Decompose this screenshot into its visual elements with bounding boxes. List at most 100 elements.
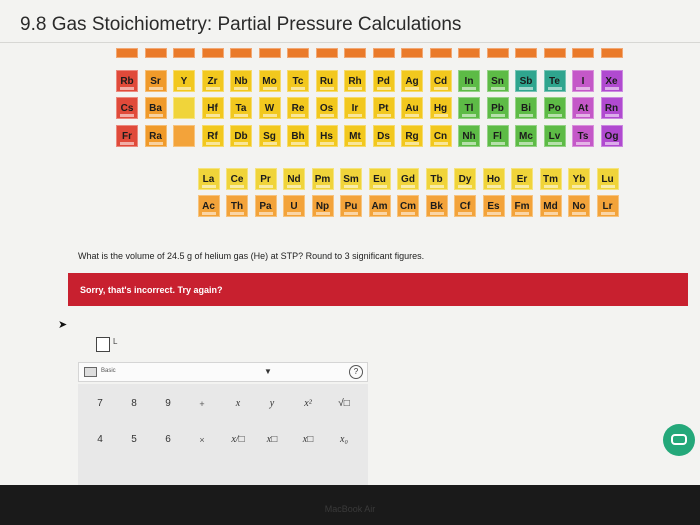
element-cell-partial[interactable] [287, 48, 309, 58]
key-x[interactable]: x [224, 392, 252, 416]
element-bh[interactable]: Bh [287, 125, 309, 147]
element-rg[interactable]: Rg [401, 125, 423, 147]
element-cell-partial[interactable] [401, 48, 423, 58]
element-cell-partial[interactable] [372, 48, 395, 58]
element-cell-partial[interactable] [173, 48, 195, 58]
key-sqrt[interactable]: √□ [330, 392, 358, 416]
element-bk[interactable]: Bk [425, 195, 448, 217]
key-y[interactable]: y [258, 392, 286, 416]
element-cell-partial[interactable] [543, 48, 566, 58]
element-yb[interactable]: Yb [568, 168, 590, 190]
element-at[interactable]: At [572, 97, 594, 119]
element-pd[interactable]: Pd [372, 70, 395, 92]
element-xe[interactable]: Xe [600, 70, 623, 92]
element-fm[interactable]: Fm [511, 195, 533, 217]
element-sm[interactable]: Sm [340, 168, 362, 190]
element-ds[interactable]: Ds [372, 125, 395, 147]
element-hs[interactable]: Hs [315, 125, 338, 147]
element-cell-partial[interactable] [258, 48, 281, 58]
element-mc[interactable]: Mc [515, 125, 537, 147]
element-es[interactable]: Es [482, 195, 505, 217]
key-5[interactable]: 5 [120, 428, 148, 452]
element-cell-partial[interactable] [230, 48, 252, 58]
element-rn[interactable]: Rn [600, 97, 623, 119]
element-cell-partial[interactable] [600, 48, 623, 58]
element-i[interactable]: I [572, 70, 594, 92]
element-cell-partial[interactable] [201, 48, 224, 58]
key-plus[interactable]: + [188, 392, 216, 416]
element-md[interactable]: Md [539, 195, 562, 217]
chevron-down-icon[interactable]: ▼ [264, 367, 272, 376]
element-cf[interactable]: Cf [454, 195, 476, 217]
element-pu[interactable]: Pu [340, 195, 362, 217]
element-cell-partial[interactable] [458, 48, 480, 58]
element-pm[interactable]: Pm [311, 168, 334, 190]
element-pa[interactable]: Pa [254, 195, 277, 217]
element-ho[interactable]: Ho [482, 168, 505, 190]
element-cell-partial[interactable] [572, 48, 594, 58]
element-mo[interactable]: Mo [258, 70, 281, 92]
key-8[interactable]: 8 [120, 392, 148, 416]
key-x-power[interactable]: x□ [294, 428, 322, 452]
element-nd[interactable]: Nd [283, 168, 305, 190]
element-re[interactable]: Re [287, 97, 309, 119]
element-sn[interactable]: Sn [486, 70, 509, 92]
element-cd[interactable]: Cd [429, 70, 452, 92]
element-cell-partial[interactable] [486, 48, 509, 58]
answer-input[interactable] [96, 337, 110, 352]
key-times[interactable]: × [188, 428, 216, 452]
help-icon[interactable]: ? [349, 365, 363, 379]
element-np[interactable]: Np [311, 195, 334, 217]
key-9[interactable]: 9 [154, 392, 182, 416]
element-ag[interactable]: Ag [401, 70, 423, 92]
element-og[interactable]: Og [600, 125, 623, 147]
element-ta[interactable]: Ta [230, 97, 252, 119]
element-ra[interactable]: Ra [144, 125, 167, 147]
element-ir[interactable]: Ir [344, 97, 366, 119]
element-pb[interactable]: Pb [486, 97, 509, 119]
element-ru[interactable]: Ru [315, 70, 338, 92]
key-6[interactable]: 6 [154, 428, 182, 452]
element-tb[interactable]: Tb [425, 168, 448, 190]
element-tc[interactable]: Tc [287, 70, 309, 92]
element-tm[interactable]: Tm [539, 168, 562, 190]
key-4[interactable]: 4 [86, 428, 114, 452]
element-u[interactable]: U [283, 195, 305, 217]
element-fr[interactable]: Fr [116, 125, 138, 147]
element-sg[interactable]: Sg [258, 125, 281, 147]
element-w[interactable]: W [258, 97, 281, 119]
key-7[interactable]: 7 [86, 392, 114, 416]
key-x-box[interactable]: x□ [258, 428, 286, 452]
element-rh[interactable]: Rh [344, 70, 366, 92]
element-nb[interactable]: Nb [230, 70, 252, 92]
element-eu[interactable]: Eu [368, 168, 391, 190]
element-cn[interactable]: Cn [429, 125, 452, 147]
keyboard-icon[interactable] [84, 367, 97, 377]
element-er[interactable]: Er [511, 168, 533, 190]
element-os[interactable]: Os [315, 97, 338, 119]
element-cell-partial[interactable] [144, 48, 167, 58]
element-no[interactable]: No [568, 195, 590, 217]
key-fraction[interactable]: x/□ [224, 428, 252, 452]
element-hg[interactable]: Hg [429, 97, 452, 119]
element-mt[interactable]: Mt [344, 125, 366, 147]
element-te[interactable]: Te [543, 70, 566, 92]
element-gd[interactable]: Gd [397, 168, 419, 190]
element-sr[interactable]: Sr [144, 70, 167, 92]
element-rb[interactable]: Rb [116, 70, 138, 92]
element-cell-partial[interactable] [344, 48, 366, 58]
element-in[interactable]: In [458, 70, 480, 92]
element-la[interactable]: La [197, 168, 220, 190]
element-ba[interactable]: Ba [144, 97, 167, 119]
element-th[interactable]: Th [226, 195, 248, 217]
element-lu[interactable]: Lu [596, 168, 619, 190]
element-au[interactable]: Au [401, 97, 423, 119]
element-cell-partial[interactable] [315, 48, 338, 58]
element-hf[interactable]: Hf [201, 97, 224, 119]
element-po[interactable]: Po [543, 97, 566, 119]
element-am[interactable]: Am [368, 195, 391, 217]
element-cs[interactable]: Cs [116, 97, 138, 119]
element-zr[interactable]: Zr [201, 70, 224, 92]
element-nh[interactable]: Nh [458, 125, 480, 147]
element-rf[interactable]: Rf [201, 125, 224, 147]
